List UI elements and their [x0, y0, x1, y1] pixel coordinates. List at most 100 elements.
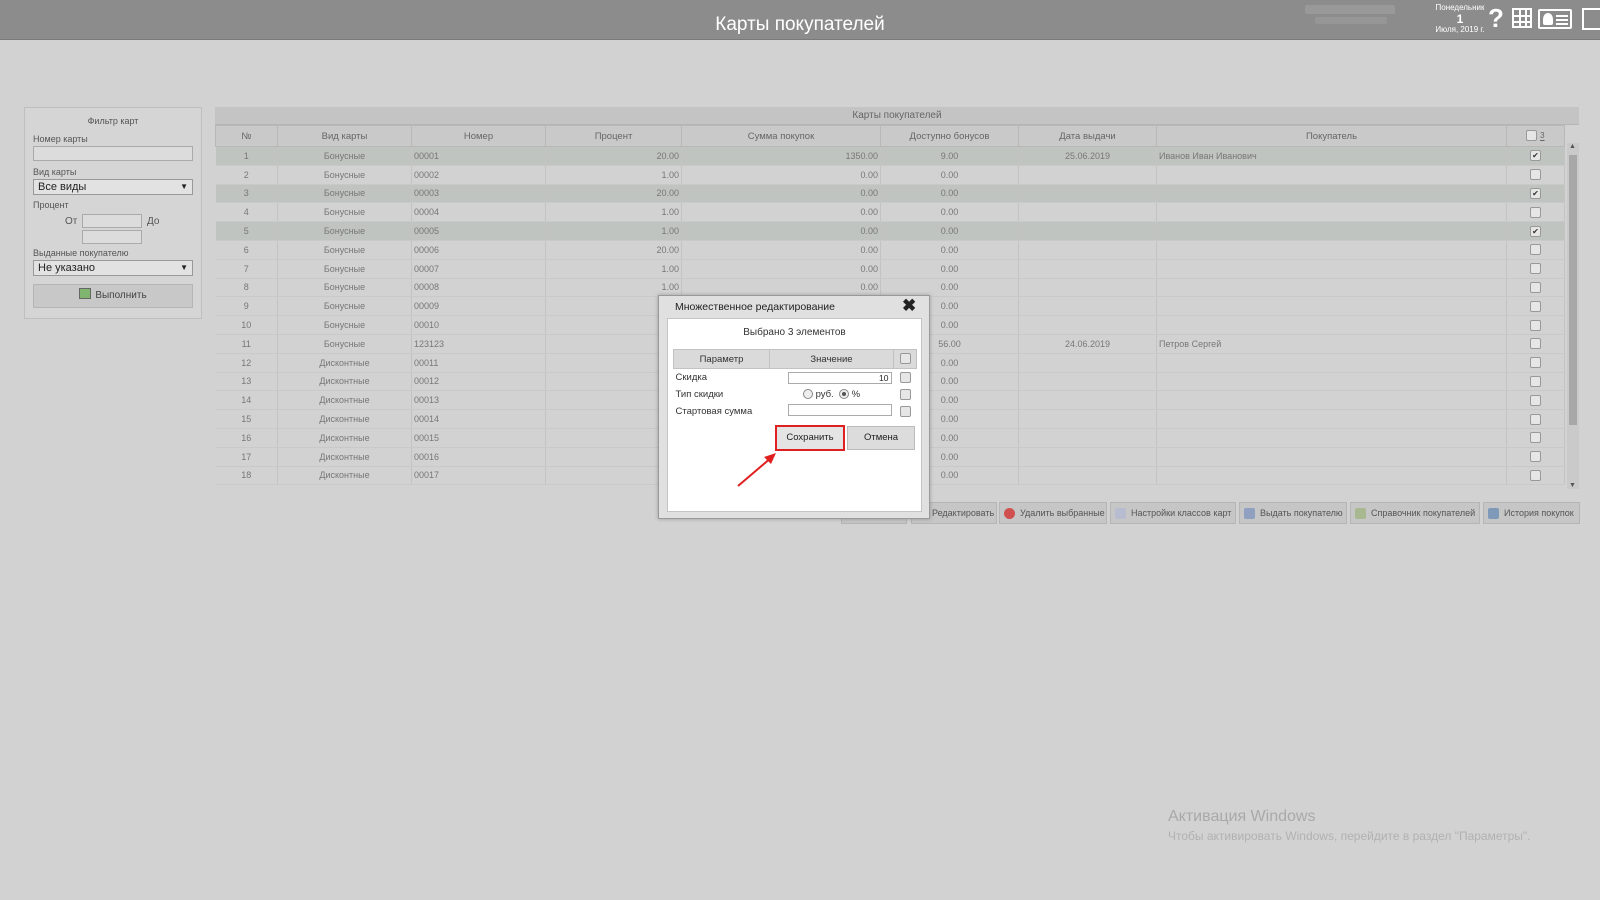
- cell-type: Бонусные: [277, 259, 412, 279]
- select-all-checkbox[interactable]: [1526, 130, 1538, 142]
- grid-scrollbar[interactable]: ▲ ▼: [1567, 143, 1579, 489]
- scroll-thumb[interactable]: [1569, 155, 1577, 425]
- grid-icon[interactable]: [1512, 8, 1532, 28]
- cell-type: Бонусные: [277, 278, 412, 298]
- col-header-bonus[interactable]: Доступно бонусов: [880, 125, 1019, 147]
- cell-percent: 1.00: [545, 202, 682, 223]
- scroll-up-icon[interactable]: ▲: [1569, 143, 1576, 150]
- cell-buyer: Петров Сергей: [1156, 334, 1507, 354]
- row-checkbox[interactable]: [1530, 282, 1541, 294]
- cell-number: 6: [215, 240, 278, 260]
- row-checkbox[interactable]: [1530, 300, 1541, 312]
- discount-type-checkbox[interactable]: [899, 388, 911, 400]
- scroll-down-icon[interactable]: ▼: [1569, 482, 1576, 489]
- discount-checkbox[interactable]: [899, 371, 911, 383]
- issue-to-buyer-button[interactable]: Выдать покупателю: [1239, 502, 1347, 524]
- cell-type: Дисконтные: [277, 409, 412, 429]
- row-checkbox[interactable]: ✔: [1530, 150, 1541, 162]
- issued-label: Выданные покупателю: [33, 248, 129, 258]
- delete-selected-button[interactable]: Удалить выбранные: [999, 502, 1107, 524]
- table-row[interactable]: 2 Бонусные 00002 1.00 0.00 0.00: [215, 165, 1565, 185]
- cell-buyer: [1156, 184, 1507, 204]
- cancel-button[interactable]: Отмена: [847, 426, 915, 450]
- save-button[interactable]: Сохранить: [775, 425, 845, 451]
- help-icon[interactable]: ?: [1488, 3, 1504, 34]
- params-select-all-checkbox[interactable]: [899, 353, 911, 365]
- table-icon: [1115, 508, 1126, 519]
- cell-card-number: 00012: [411, 372, 546, 392]
- col-header-type[interactable]: Вид карты: [277, 125, 412, 147]
- card-type-select[interactable]: Все виды ▼: [33, 179, 193, 195]
- table-row[interactable]: 7 Бонусные 00007 1.00 0.00 0.00: [215, 259, 1565, 279]
- percent-from-input[interactable]: [82, 214, 142, 228]
- execute-button[interactable]: Выполнить: [33, 284, 193, 308]
- exit-icon[interactable]: [1582, 8, 1600, 30]
- row-checkbox[interactable]: [1530, 432, 1541, 444]
- params-table: Параметр Значение Скидка 10 Тип скидки р…: [673, 349, 917, 420]
- row-checkbox[interactable]: [1530, 357, 1541, 369]
- row-checkbox[interactable]: [1530, 470, 1541, 481]
- col-header-select: 3: [1506, 125, 1565, 147]
- row-checkbox[interactable]: [1530, 319, 1541, 331]
- cell-date: [1018, 372, 1157, 392]
- table-row[interactable]: 6 Бонусные 00006 20.00 0.00 0.00: [215, 240, 1565, 260]
- row-checkbox[interactable]: [1530, 263, 1541, 275]
- cell-date: [1018, 409, 1157, 429]
- col-header-buyer[interactable]: Покупатель: [1156, 125, 1507, 147]
- cell-number: 4: [215, 202, 278, 223]
- cell-percent: 1.00: [545, 259, 682, 279]
- col-header-sum[interactable]: Сумма покупок: [681, 125, 881, 147]
- start-sum-input[interactable]: [787, 404, 892, 416]
- cell-number: 10: [215, 315, 278, 335]
- cell-number: 12: [215, 353, 278, 373]
- filter-title: Фильтр карт: [87, 116, 139, 126]
- cell-type: Дисконтные: [277, 466, 412, 486]
- cell-buyer: [1156, 409, 1507, 429]
- card-number-input[interactable]: [33, 146, 193, 161]
- close-icon[interactable]: ✖: [902, 296, 916, 316]
- table-row[interactable]: 5 Бонусные 00005 1.00 0.00 0.00 ✔: [215, 221, 1565, 241]
- rub-radio[interactable]: [802, 389, 813, 400]
- row-checkbox[interactable]: [1530, 451, 1541, 463]
- card-classes-button[interactable]: Настройки классов карт: [1110, 502, 1236, 524]
- purchase-history-button[interactable]: История покупок: [1483, 502, 1580, 524]
- row-checkbox[interactable]: [1530, 376, 1541, 388]
- cell-bonus: 0.00: [880, 202, 1019, 223]
- cell-date: [1018, 278, 1157, 298]
- start-sum-checkbox[interactable]: [899, 405, 911, 417]
- cell-number: 16: [215, 428, 278, 448]
- windows-activation-title: Активация Windows: [1168, 808, 1316, 825]
- col-header-date[interactable]: Дата выдачи: [1018, 125, 1157, 147]
- cell-select: [1506, 315, 1565, 335]
- percent-to-input[interactable]: [82, 230, 142, 244]
- row-checkbox[interactable]: [1530, 338, 1541, 350]
- table-row[interactable]: 1 Бонусные 00001 20.00 1350.00 9.00 25.06.2019…: [215, 146, 1565, 166]
- table-row[interactable]: 4 Бонусные 00004 1.00 0.00 0.00: [215, 202, 1565, 223]
- col-header-percent[interactable]: Процент: [545, 125, 682, 147]
- cell-card-number: 00010: [411, 315, 546, 335]
- cell-buyer: [1156, 202, 1507, 223]
- cell-buyer: [1156, 296, 1507, 317]
- cell-percent: 20.00: [545, 240, 682, 260]
- row-checkbox[interactable]: ✔: [1530, 225, 1541, 237]
- col-header-number[interactable]: №: [215, 125, 278, 147]
- col-header-card-number[interactable]: Номер: [411, 125, 546, 147]
- row-checkbox[interactable]: [1530, 413, 1541, 425]
- discount-input[interactable]: 10: [787, 371, 892, 384]
- cell-select: [1506, 372, 1565, 392]
- issued-select[interactable]: Не указано ▼: [33, 260, 193, 276]
- row-checkbox[interactable]: [1530, 244, 1541, 256]
- cell-date: [1018, 466, 1157, 486]
- cell-select: [1506, 390, 1565, 411]
- row-checkbox[interactable]: [1530, 169, 1541, 181]
- percent-radio[interactable]: [838, 389, 849, 400]
- profile-card-icon[interactable]: [1538, 9, 1572, 29]
- buyers-directory-button[interactable]: Справочник покупателей: [1350, 502, 1480, 524]
- table-row[interactable]: 3 Бонусные 00003 20.00 0.00 0.00 ✔: [215, 184, 1565, 204]
- cell-select: [1506, 447, 1565, 467]
- row-checkbox[interactable]: [1530, 206, 1541, 218]
- cell-type: Дисконтные: [277, 390, 412, 411]
- row-checkbox[interactable]: ✔: [1530, 188, 1541, 200]
- cell-number: 7: [215, 259, 278, 279]
- row-checkbox[interactable]: [1530, 394, 1541, 406]
